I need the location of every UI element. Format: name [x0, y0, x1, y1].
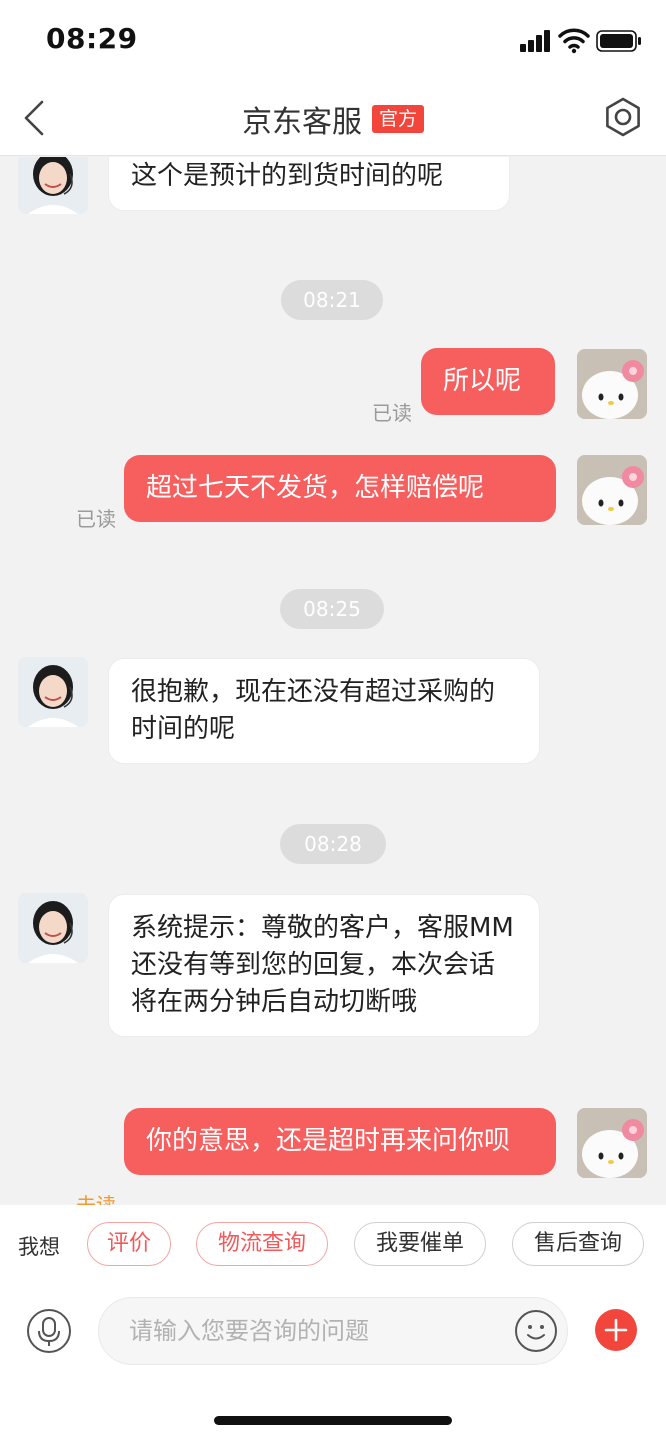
agent-avatar[interactable] [18, 157, 88, 214]
message-bubble-outgoing[interactable]: 所以呢 [421, 348, 555, 415]
emoji-icon[interactable] [515, 1310, 557, 1352]
user-avatar[interactable] [577, 349, 647, 419]
status-time: 08:29 [46, 22, 138, 55]
message-bubble-outgoing[interactable]: 超过七天不发货，怎样赔偿呢 [124, 455, 556, 522]
message-bubble-incoming[interactable]: 很抱歉，现在还没有超过采购的时间的呢 [108, 658, 540, 764]
microphone-icon[interactable] [27, 1309, 71, 1353]
wifi-icon [558, 28, 590, 54]
timestamp-pill: 08:25 [280, 589, 384, 629]
timestamp-pill: 08:21 [281, 280, 383, 320]
plus-icon[interactable] [595, 1309, 637, 1351]
status-bar: 08:29 [0, 0, 666, 80]
quick-action-after-sales[interactable]: 售后查询 [512, 1222, 644, 1266]
agent-avatar[interactable] [18, 657, 88, 727]
input-bar [0, 1283, 666, 1440]
unread-status: 未读 [76, 1193, 116, 1205]
quick-actions-bar: 我想 评价 物流查询 我要催单 售后查询 [0, 1205, 666, 1283]
home-indicator [214, 1416, 452, 1425]
user-avatar[interactable] [577, 1108, 647, 1178]
message-bubble-incoming[interactable]: 系统提示：尊敬的客户，客服MM还没有等到您的回复，本次会话将在两分钟后自动切断哦 [108, 894, 540, 1037]
signal-icon [520, 30, 552, 52]
message-bubble-incoming[interactable]: 这个是预计的到货时间的呢 [108, 157, 510, 211]
quick-action-urge-order[interactable]: 我要催单 [354, 1222, 486, 1266]
user-avatar[interactable] [577, 455, 647, 525]
agent-avatar[interactable] [18, 893, 88, 963]
chat-area[interactable]: 这个是预计的到货时间的呢 08:21 已读 所以呢 已读 超过七天不发货，怎样赔… [0, 157, 666, 1205]
message-input[interactable] [129, 1298, 499, 1364]
battery-icon [596, 30, 641, 52]
page-title: 京东客服 官方 [0, 97, 666, 141]
settings-gear-icon[interactable] [602, 96, 644, 138]
chat-title: 京东客服 [241, 105, 362, 140]
nav-bar: 京东客服 官方 [0, 80, 666, 156]
quick-action-logistics[interactable]: 物流查询 [196, 1222, 328, 1266]
message-bubble-outgoing[interactable]: 你的意思，还是超时再来问你呗 [124, 1108, 556, 1175]
timestamp-pill: 08:28 [280, 824, 386, 864]
read-status: 已读 [372, 401, 412, 425]
official-badge: 官方 [371, 105, 424, 133]
read-status: 已读 [76, 507, 116, 531]
message-input-box [98, 1297, 568, 1365]
quick-action-review[interactable]: 评价 [87, 1222, 171, 1266]
quick-actions-label: 我想 [18, 1235, 60, 1259]
